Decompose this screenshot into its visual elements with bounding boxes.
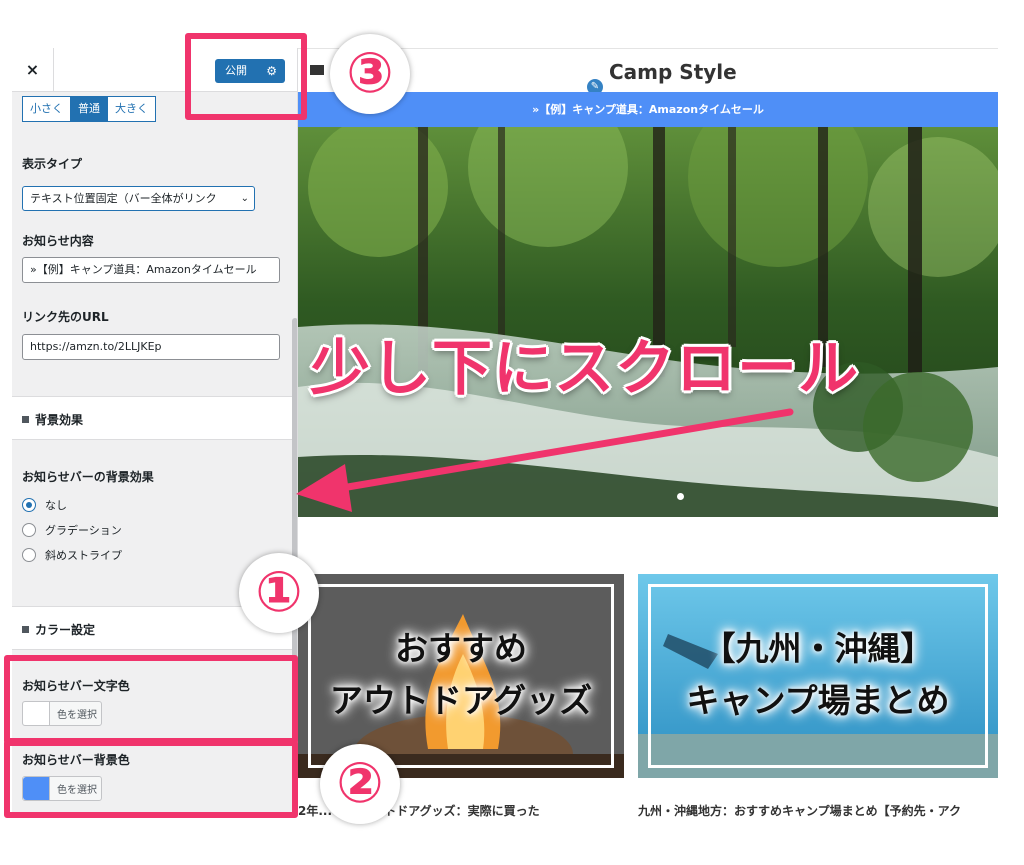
radio-button[interactable] — [22, 498, 36, 512]
card-title-line2: アウトドアグッズ — [329, 681, 593, 720]
card-caption[interactable]: 九州・沖縄地方：おすすめキャンプ場まとめ【予約先・アク — [638, 802, 998, 819]
step-3-badge: ③ — [330, 34, 410, 114]
card-title-line1: おすすめ — [395, 629, 527, 668]
bg-color-highlight-box — [4, 740, 298, 818]
notice-bar[interactable]: »【例】キャンプ道具：Amazonタイムセール — [298, 92, 998, 127]
site-title[interactable]: Camp Style — [609, 60, 737, 84]
site-preview: Camp Style ✎ »【例】キャンプ道具：Amazonタイムセール おすす… — [298, 48, 998, 838]
scroll-instruction: 少し下にスクロール — [310, 334, 859, 404]
link-url-label: リンク先のURL — [22, 310, 109, 324]
square-icon — [22, 416, 29, 423]
display-type-label: 表示タイプ — [22, 157, 83, 171]
bg-effect-section: 背景効果 — [12, 396, 292, 440]
size-small-button[interactable]: 小さく — [22, 96, 71, 122]
publish-highlight-box — [185, 33, 307, 120]
chevron-down-icon: ⌄ — [240, 193, 249, 204]
close-button[interactable]: × — [12, 48, 54, 92]
card-frame — [308, 584, 614, 768]
radio-button[interactable] — [22, 523, 36, 537]
radio-button[interactable] — [22, 548, 36, 562]
notice-content-label: お知らせ内容 — [22, 234, 94, 248]
size-normal-button[interactable]: 普通 — [70, 96, 108, 122]
card-title-line2: キャンプ場まとめ — [686, 681, 950, 720]
step-2-badge: ② — [320, 744, 400, 824]
card-title-line1: 【九州・沖縄】 — [702, 629, 934, 668]
bg-effect-label: お知らせバーの背景効果 — [22, 470, 154, 484]
text-color-highlight-box — [4, 655, 298, 744]
section-title: 背景効果 — [22, 411, 83, 428]
radio-gradation[interactable]: グラデーション — [22, 522, 122, 538]
step-1-badge: ① — [239, 553, 319, 633]
display-type-value: テキスト位置固定（バー全体がリンク — [30, 192, 217, 205]
radio-stripe[interactable]: 斜めストライプ — [22, 547, 122, 563]
link-url-input[interactable]: https://amzn.to/2LLJKEp — [22, 334, 280, 360]
display-type-select[interactable]: テキスト位置固定（バー全体がリンク ⌄ — [22, 186, 255, 211]
card-frame — [648, 584, 988, 768]
square-icon — [22, 626, 29, 633]
mail-icon[interactable] — [310, 65, 324, 75]
size-large-button[interactable]: 大きく — [107, 96, 156, 122]
radio-none[interactable]: なし — [22, 497, 67, 513]
slider-dot[interactable] — [677, 493, 684, 500]
notice-content-input[interactable]: »【例】キャンプ道具：Amazonタイムセール — [22, 257, 280, 283]
font-size-group: 小さく 普通 大きく — [22, 96, 156, 122]
section-title: カラー設定 — [22, 621, 95, 638]
article-card-kyushu[interactable]: 【九州・沖縄】 キャンプ場まとめ — [638, 574, 998, 778]
